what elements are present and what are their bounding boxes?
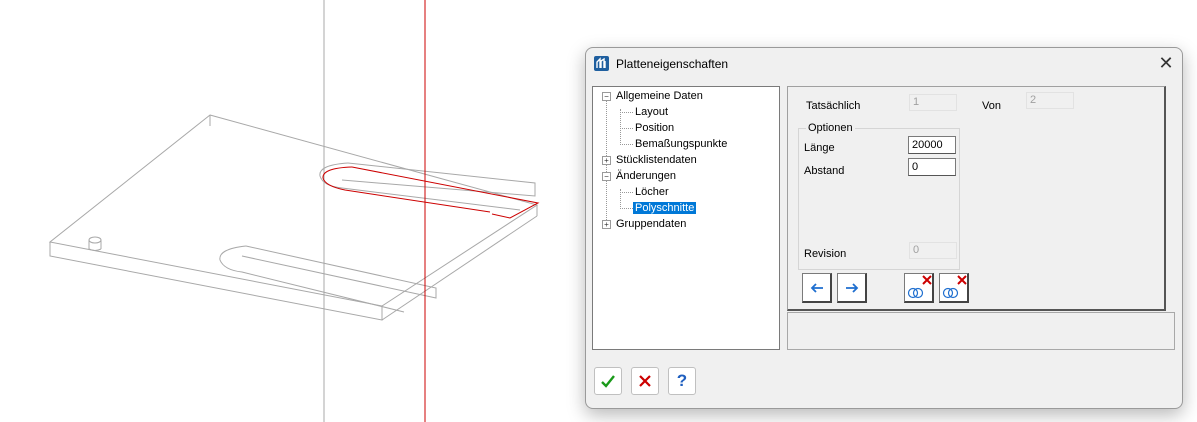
expand-icon[interactable]: + [602,156,611,165]
status-area [787,312,1175,350]
revision-label: Revision [804,248,847,260]
tree-item-allgemeine-daten[interactable]: − Allgemeine Daten [602,89,703,103]
tree-item-position[interactable]: Position [635,121,674,135]
app-logo-icon [594,56,609,71]
arrow-left-icon [810,283,823,293]
delete-polycut-icon [907,275,932,299]
abstand-label: Abstand [804,165,845,177]
tree-item-label: Allgemeine Daten [616,90,703,102]
tree-item-loecher[interactable]: Löcher [635,185,669,199]
arrow-right-icon [846,283,859,293]
ok-button[interactable] [594,367,622,395]
tree-item-label: Layout [635,106,669,118]
checkmark-icon [601,375,615,388]
title-bar: Platteneigenschaften ✕ [586,48,1182,80]
tree-item-stuecklistendaten[interactable]: + Stücklistendaten [602,153,697,167]
tree-item-label: Bemaßungspunkte [635,138,728,150]
tree-item-label: Änderungen [616,170,676,182]
tatsaechlich-label: Tatsächlich [806,100,861,112]
cancel-icon [639,375,651,387]
tree-item-polyschnitte[interactable]: Polyschnitte [633,201,697,215]
close-icon: ✕ [1158,53,1174,73]
tree-item-bemassungspunkte[interactable]: Bemaßungspunkte [635,137,727,151]
tree-item-gruppendaten[interactable]: + Gruppendaten [602,217,686,231]
tatsaechlich-field: 1 [909,94,957,111]
tree-item-label: Gruppendaten [616,218,687,230]
abstand-input[interactable]: 0 [908,158,956,176]
delete-all-polycuts-icon [942,275,967,299]
help-button[interactable]: ? [668,367,696,395]
dialog-title: Platteneigenschaften [616,57,729,71]
tree-item-aenderungen[interactable]: − Änderungen [602,169,676,183]
close-button[interactable]: ✕ [1154,52,1178,76]
options-group-title: Optionen [806,122,855,134]
delete-polycut-button[interactable] [904,273,934,303]
help-icon: ? [676,371,688,390]
collapse-icon[interactable]: − [602,172,611,181]
next-button[interactable] [837,273,867,303]
cancel-button[interactable] [631,367,659,395]
tree-item-label: Polyschnitte [633,202,697,214]
properties-dialog: Platteneigenschaften ✕ − Allgemeine Date… [585,47,1183,409]
delete-all-polycuts-button[interactable] [939,273,969,303]
laenge-label: Länge [804,142,835,154]
tree-item-label: Löcher [635,186,669,198]
von-field: 2 [1026,92,1074,109]
previous-button[interactable] [802,273,832,303]
revision-field: 0 [909,242,957,259]
tree-item-label: Position [635,122,675,134]
property-tree[interactable]: − Allgemeine Daten Layout Position Bemaß… [592,86,780,350]
tree-item-label: Stücklistendaten [616,154,697,166]
collapse-icon[interactable]: − [602,92,611,101]
laenge-input[interactable]: 20000 [908,136,956,154]
tree-item-layout[interactable]: Layout [635,105,668,119]
expand-icon[interactable]: + [602,220,611,229]
von-label: Von [982,100,1001,112]
polycut-panel: Tatsächlich 1 Von 2 Optionen Länge 20000… [787,86,1166,311]
